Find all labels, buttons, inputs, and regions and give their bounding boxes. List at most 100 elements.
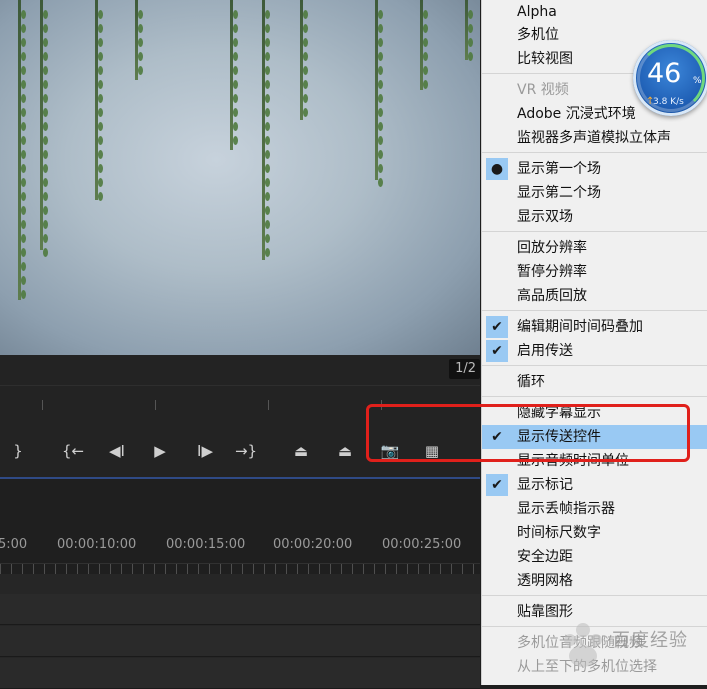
willow-leaf xyxy=(138,10,143,19)
play-button[interactable]: ▶ xyxy=(147,441,173,461)
willow-leaf xyxy=(43,66,48,75)
willow-leaf xyxy=(378,94,383,103)
speed-percent-unit: % xyxy=(693,76,702,86)
step-forward-button[interactable]: I▶ xyxy=(192,441,218,461)
willow-leaf xyxy=(265,80,270,89)
willow-leaf xyxy=(43,24,48,33)
video-track[interactable] xyxy=(0,626,480,657)
willow-leaf xyxy=(265,66,270,75)
menu-item[interactable]: ● 显示第一个场 xyxy=(482,157,707,181)
willow-leaf xyxy=(233,24,238,33)
watermark-text: 百度经验 xyxy=(612,630,688,651)
willow-leaf xyxy=(265,192,270,201)
willow-leaf xyxy=(98,108,103,117)
go-to-in-button[interactable]: {← xyxy=(60,441,86,461)
menu-item-label: 透明网格 xyxy=(517,573,573,589)
willow-leaf xyxy=(303,66,308,75)
willow-leaf xyxy=(233,80,238,89)
willow-leaf xyxy=(265,24,270,33)
menu-item[interactable]: 透明网格 xyxy=(482,569,707,593)
menu-item-label: 显示第一个场 xyxy=(517,161,601,177)
willow-leaf xyxy=(423,38,428,47)
willow-leaf xyxy=(378,150,383,159)
menu-item[interactable]: ✔ 显示标记 xyxy=(482,473,707,497)
menu-item[interactable]: 时间标尺数字 xyxy=(482,521,707,545)
extract-button[interactable]: ⏏ xyxy=(332,441,358,461)
willow-leaf xyxy=(43,136,48,145)
willow-leaf xyxy=(138,66,143,75)
willow-leaf xyxy=(378,108,383,117)
willow-leaf xyxy=(233,136,238,145)
willow-leaf xyxy=(43,248,48,257)
mark-out-button[interactable]: } xyxy=(5,441,31,461)
willow-leaf xyxy=(98,192,103,201)
menu-item[interactable]: 监视器多声道模拟立体声 xyxy=(482,126,707,150)
go-to-out-button[interactable]: →} xyxy=(233,441,259,461)
timecode-label: 00:00:20:00 xyxy=(273,537,353,552)
menu-item[interactable]: 暂停分辨率 xyxy=(482,260,707,284)
willow-leaf xyxy=(378,52,383,61)
scrubber-tick xyxy=(42,400,43,410)
menu-item[interactable]: 显示第二个场 xyxy=(482,181,707,205)
willow-leaf xyxy=(43,38,48,47)
willow-leaf xyxy=(43,192,48,201)
willow-leaf xyxy=(265,94,270,103)
menu-item[interactable]: 高品质回放 xyxy=(482,284,707,308)
willow-leaf xyxy=(233,94,238,103)
willow-leaf xyxy=(265,122,270,131)
willow-leaf xyxy=(43,52,48,61)
willow-leaf xyxy=(303,80,308,89)
radio-dot-icon: ● xyxy=(486,158,508,180)
menu-item-label: 多机位 xyxy=(517,27,559,43)
menu-item[interactable]: 循环 xyxy=(482,370,707,394)
willow-leaf xyxy=(43,122,48,131)
checkmark-icon: ✔ xyxy=(486,316,508,338)
annotation-highlight-box xyxy=(366,404,690,462)
program-monitor-video xyxy=(0,0,480,355)
willow-leaf xyxy=(265,108,270,117)
menu-item[interactable]: ✔ 启用传送 xyxy=(482,339,707,363)
willow-leaf xyxy=(43,10,48,19)
willow-leaf xyxy=(98,24,103,33)
menu-item[interactable]: 安全边距 xyxy=(482,545,707,569)
menu-separator xyxy=(482,365,707,366)
willow-leaf xyxy=(21,108,26,117)
timeline-tracks[interactable] xyxy=(0,574,480,689)
willow-leaf xyxy=(21,66,26,75)
menu-item[interactable]: Alpha xyxy=(482,0,707,24)
willow-leaf xyxy=(423,52,428,61)
video-track[interactable] xyxy=(0,594,480,625)
willow-leaf xyxy=(378,136,383,145)
network-speed-widget[interactable]: 46 % ↑ 3.8 K/s xyxy=(633,40,707,116)
willow-leaf xyxy=(98,38,103,47)
audio-track[interactable] xyxy=(0,658,480,689)
willow-leaf xyxy=(98,66,103,75)
willow-leaf xyxy=(265,206,270,215)
willow-leaf xyxy=(98,178,103,187)
page-indicator[interactable]: 1/2 xyxy=(449,359,480,379)
menu-item[interactable]: 显示丢帧指示器 xyxy=(482,497,707,521)
menu-item[interactable]: ✔ 编辑期间时间码叠加 xyxy=(482,315,707,339)
menu-item-label: 安全边距 xyxy=(517,549,573,565)
menu-item-label: 暂停分辨率 xyxy=(517,264,587,280)
willow-leaf xyxy=(21,38,26,47)
willow-leaf xyxy=(265,38,270,47)
menu-item-label: 比较视图 xyxy=(517,51,573,67)
willow-leaf xyxy=(233,122,238,131)
willow-leaf xyxy=(21,276,26,285)
menu-item-label: 启用传送 xyxy=(517,343,573,359)
willow-leaf xyxy=(303,24,308,33)
willow-leaf xyxy=(265,164,270,173)
menu-item-label: 显示第二个场 xyxy=(517,185,601,201)
menu-separator xyxy=(482,231,707,232)
step-back-button[interactable]: ◀I xyxy=(104,441,130,461)
timeline-ruler[interactable]: 5:00 00:00:10:00 00:00:15:00 00:00:20:00 00:… xyxy=(0,479,480,574)
lift-button[interactable]: ⏏ xyxy=(288,441,314,461)
willow-leaf xyxy=(423,10,428,19)
menu-separator xyxy=(482,152,707,153)
menu-item[interactable]: 显示双场 xyxy=(482,205,707,229)
willow-leaf xyxy=(233,10,238,19)
menu-item[interactable]: 回放分辨率 xyxy=(482,236,707,260)
willow-leaf xyxy=(233,52,238,61)
scrubber-tick xyxy=(268,400,269,410)
